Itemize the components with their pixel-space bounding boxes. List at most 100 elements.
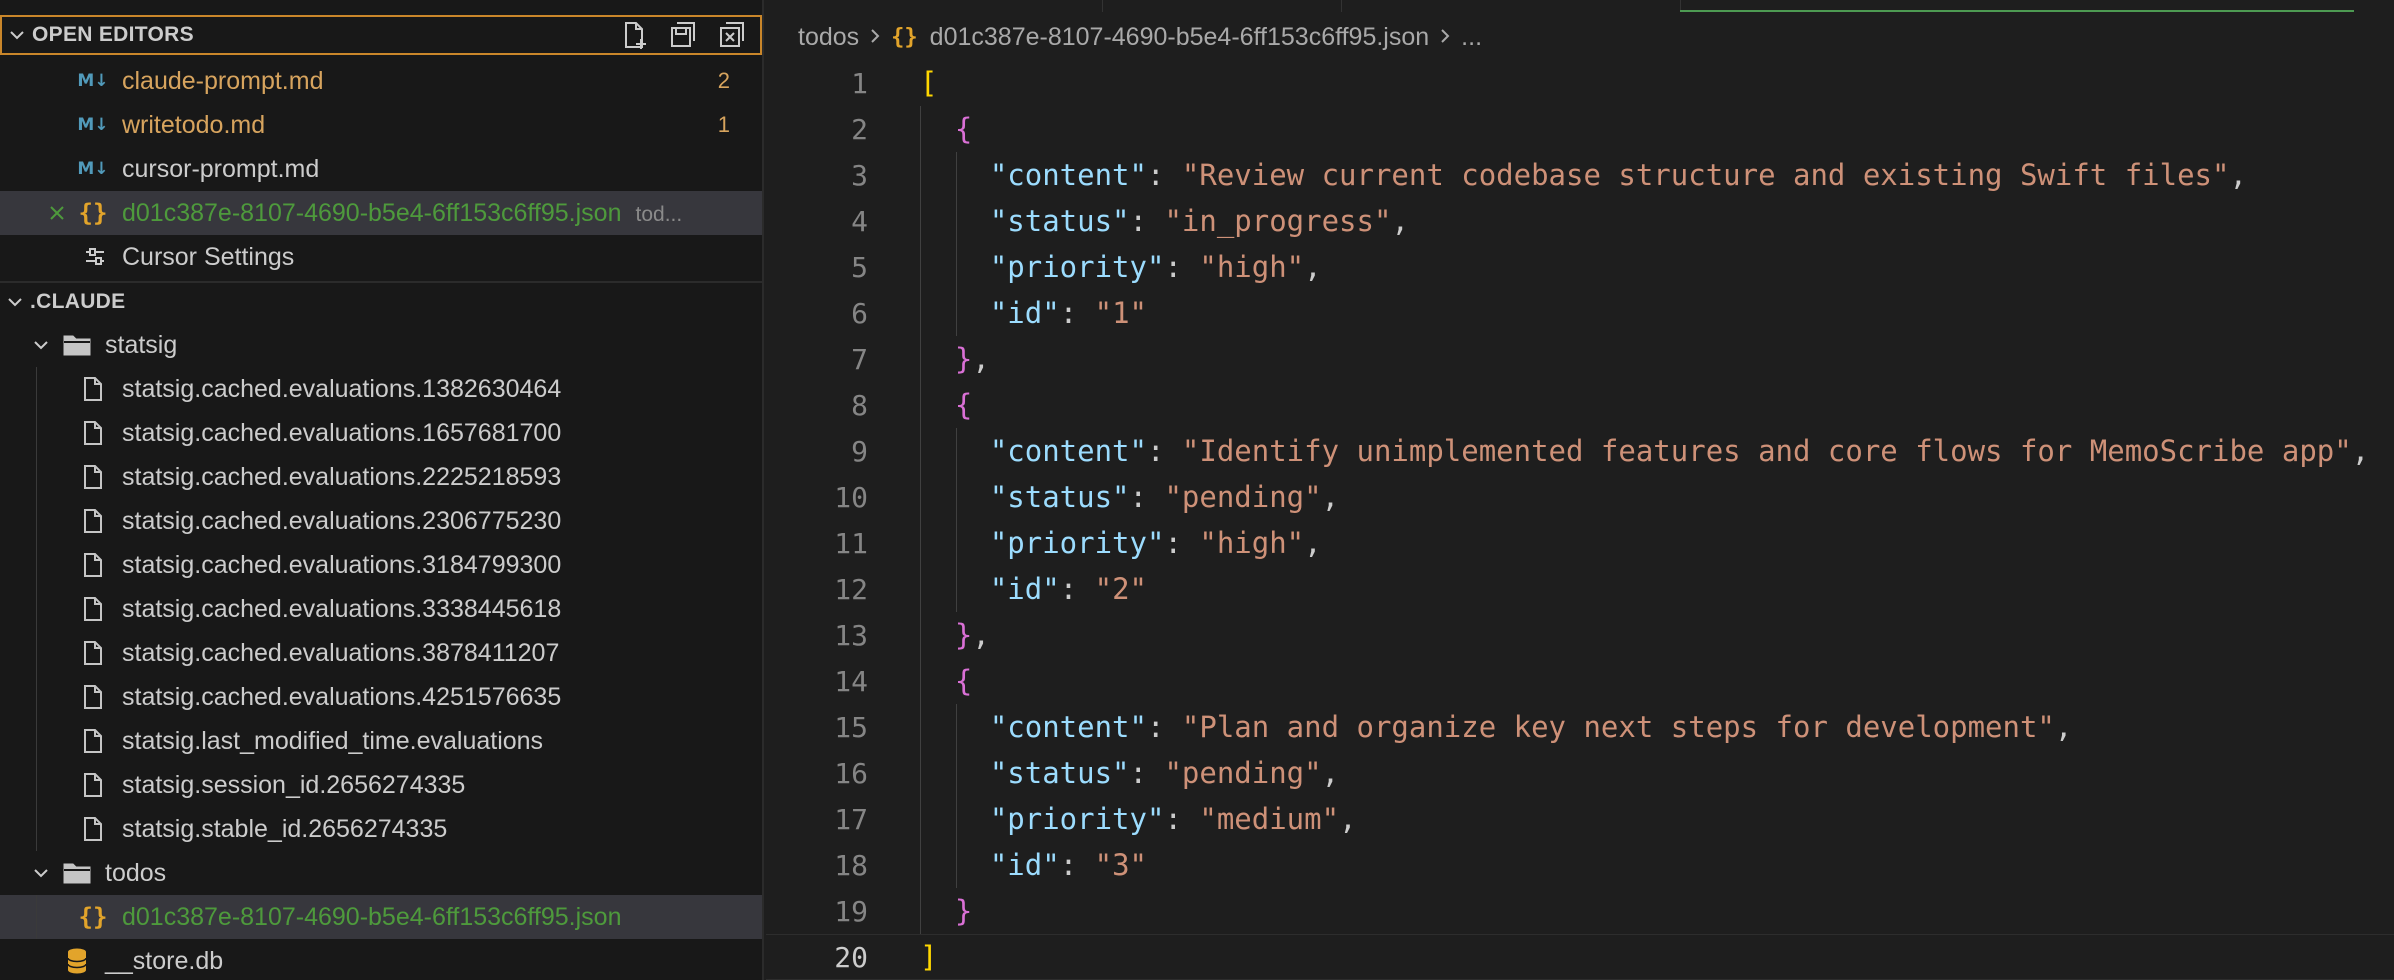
code-line[interactable]: 14 { — [766, 658, 2394, 704]
line-number: 20 — [834, 940, 868, 974]
file-icon — [78, 594, 108, 624]
code-line[interactable]: 16 "status": "pending", — [766, 750, 2394, 796]
line-number: 5 — [851, 250, 868, 284]
file-item[interactable]: statsig.cached.evaluations.1657681700 — [0, 411, 762, 455]
code-line[interactable]: 5 "priority": "high", — [766, 244, 2394, 290]
line-number: 18 — [834, 848, 868, 882]
line-content: "priority": "medium", — [989, 802, 1357, 836]
code-line[interactable]: 8 { — [766, 382, 2394, 428]
file-label: statsig.stable_id.2656274335 — [122, 814, 448, 843]
line-number: 17 — [834, 802, 868, 836]
code-line[interactable]: 20] — [766, 934, 2394, 980]
code-line[interactable]: 15 "content": "Plan and organize key nex… — [766, 704, 2394, 750]
folder-icon — [62, 858, 92, 888]
folder-icon — [62, 330, 92, 360]
line-number: 16 — [834, 756, 868, 790]
file-item[interactable]: statsig.cached.evaluations.3338445618 — [0, 587, 762, 631]
file-label: statsig.cached.evaluations.1657681700 — [122, 418, 562, 447]
code-line[interactable]: 4 "status": "in_progress", — [766, 198, 2394, 244]
open-editor-label: d01c387e-8107-4690-b5e4-6ff153c6ff95.jso… — [122, 199, 682, 228]
save-all-icon[interactable] — [665, 17, 701, 53]
line-content: "id": "2" — [989, 572, 1147, 606]
indent-guide — [36, 719, 37, 763]
code-line[interactable]: 19 } — [766, 888, 2394, 934]
explorer-sidebar: OPEN EDITORS M↓ claude-prompt.md 2 M↓ wr… — [0, 0, 764, 980]
indent-guide — [920, 106, 921, 934]
line-content: { — [954, 112, 973, 146]
file-item[interactable]: statsig.cached.evaluations.4251576635 — [0, 675, 762, 719]
breadcrumb-file[interactable]: d01c387e-8107-4690-b5e4-6ff153c6ff95.jso… — [930, 23, 1430, 52]
breadcrumb-folder[interactable]: todos — [798, 23, 859, 52]
chevron-down-icon — [26, 858, 56, 888]
folder-section-header[interactable]: .CLAUDE — [0, 281, 762, 321]
file-icon — [78, 814, 108, 844]
code-line[interactable]: 12 "id": "2" — [766, 566, 2394, 612]
code-line[interactable]: 6 "id": "1" — [766, 290, 2394, 336]
file-item[interactable]: statsig.cached.evaluations.2306775230 — [0, 499, 762, 543]
indent-guide — [36, 895, 37, 939]
line-number: 7 — [851, 342, 868, 376]
open-editors-actions — [616, 17, 760, 53]
code-line[interactable]: 17 "priority": "medium", — [766, 796, 2394, 842]
line-content: "id": "1" — [989, 296, 1147, 330]
code-line[interactable]: 10 "status": "pending", — [766, 474, 2394, 520]
code-line[interactable]: 13 }, — [766, 612, 2394, 658]
line-number: 1 — [851, 66, 868, 100]
file-item[interactable]: statsig.cached.evaluations.3878411207 — [0, 631, 762, 675]
breadcrumb: todos {} d01c387e-8107-4690-b5e4-6ff153c… — [798, 18, 1482, 56]
code-editor[interactable]: todos {} d01c387e-8107-4690-b5e4-6ff153c… — [766, 0, 2394, 980]
open-editor-item-active[interactable]: {} d01c387e-8107-4690-b5e4-6ff153c6ff95.… — [0, 191, 762, 235]
close-all-icon[interactable] — [714, 17, 750, 53]
file-item-store-db[interactable]: __store.db — [0, 939, 762, 980]
folder-item-todos[interactable]: todos — [0, 851, 762, 895]
code-line[interactable]: 11 "priority": "high", — [766, 520, 2394, 566]
settings-icon — [80, 242, 110, 272]
file-item[interactable]: statsig.session_id.2656274335 — [0, 763, 762, 807]
open-editor-item[interactable]: M↓ cursor-prompt.md — [0, 147, 762, 191]
line-number: 6 — [851, 296, 868, 330]
open-editors-header[interactable]: OPEN EDITORS — [0, 15, 762, 55]
code-line[interactable]: 9 "content": "Identify unimplemented fea… — [766, 428, 2394, 474]
file-label: statsig.cached.evaluations.2306775230 — [122, 506, 562, 535]
open-editor-item[interactable]: M↓ claude-prompt.md 2 — [0, 59, 762, 103]
code-line[interactable]: 7 }, — [766, 336, 2394, 382]
code-line[interactable]: 3 "content": "Review current codebase st… — [766, 152, 2394, 198]
code-line[interactable]: 2 { — [766, 106, 2394, 152]
open-editor-item[interactable]: M↓ writetodo.md 1 — [0, 103, 762, 147]
code-line[interactable]: 18 "id": "3" — [766, 842, 2394, 888]
file-label: statsig.cached.evaluations.1382630464 — [122, 374, 562, 403]
indent-guide — [36, 587, 37, 631]
close-icon[interactable] — [42, 198, 72, 228]
line-number: 15 — [834, 710, 868, 744]
line-content: "content": "Identify unimplemented featu… — [989, 434, 2370, 468]
file-item[interactable]: statsig.cached.evaluations.2225218593 — [0, 455, 762, 499]
code-line[interactable]: 1[ — [766, 60, 2394, 106]
file-item[interactable]: statsig.cached.evaluations.1382630464 — [0, 367, 762, 411]
indent-guide — [36, 631, 37, 675]
file-icon — [78, 462, 108, 492]
folder-label: statsig — [105, 330, 178, 359]
new-file-icon[interactable] — [616, 17, 652, 53]
file-item-todos-json[interactable]: {} d01c387e-8107-4690-b5e4-6ff153c6ff95.… — [0, 895, 762, 939]
chevron-down-icon — [26, 330, 56, 360]
indent-guide — [956, 428, 957, 612]
line-content: "content": "Review current codebase stru… — [989, 158, 2247, 192]
open-editor-item[interactable]: Cursor Settings — [0, 235, 762, 279]
indent-guide — [956, 152, 957, 336]
open-editor-label: claude-prompt.md — [122, 66, 324, 95]
breadcrumb-more[interactable]: ... — [1461, 23, 1482, 52]
problem-count-badge: 1 — [717, 112, 730, 137]
line-number: 10 — [834, 480, 868, 514]
folder-item-statsig[interactable]: statsig — [0, 323, 762, 367]
active-tab-indicator — [1680, 10, 2354, 12]
file-item[interactable]: statsig.cached.evaluations.3184799300 — [0, 543, 762, 587]
line-content: "content": "Plan and organize key next s… — [989, 710, 2073, 744]
file-label: statsig.cached.evaluations.2225218593 — [122, 462, 562, 491]
open-editor-label: cursor-prompt.md — [122, 154, 320, 183]
open-editor-label: Cursor Settings — [122, 242, 295, 271]
file-item[interactable]: statsig.stable_id.2656274335 — [0, 807, 762, 851]
file-label: statsig.cached.evaluations.3338445618 — [122, 594, 562, 623]
line-number: 2 — [851, 112, 868, 146]
file-icon — [78, 682, 108, 712]
file-item[interactable]: statsig.last_modified_time.evaluations — [0, 719, 762, 763]
